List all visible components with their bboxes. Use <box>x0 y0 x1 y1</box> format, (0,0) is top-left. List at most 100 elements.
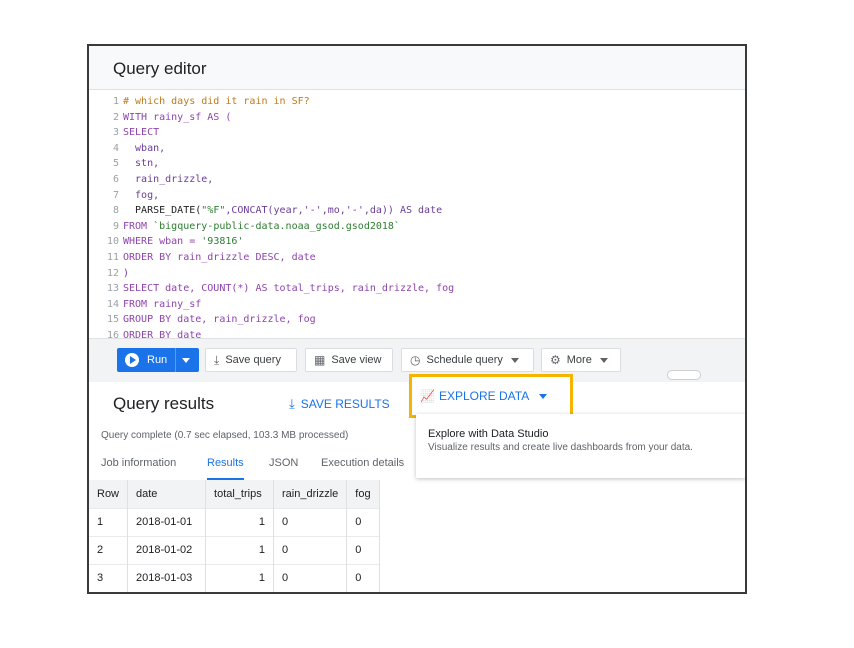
code-line[interactable]: 11 ORDER BY rain_drizzle DESC, date <box>89 250 316 265</box>
run-button[interactable]: Run <box>117 348 199 372</box>
code-line[interactable]: 1 # which days did it rain in SF? <box>89 94 310 109</box>
column-header: Row <box>89 480 129 508</box>
editor-header: Query editor <box>89 46 745 90</box>
menu-item-explore-with-data-studio[interactable]: Explore with Data Studio <box>428 428 548 440</box>
code-token: "%F" <box>201 205 226 217</box>
tab-execution-details[interactable]: Execution details <box>321 454 404 480</box>
results-table: Row date total_trips rain_drizzle fog 1 … <box>89 480 380 592</box>
line-number: 12 <box>106 267 119 279</box>
rain-drizzle-cell: 0 <box>273 507 348 536</box>
code-line[interactable]: 8 PARSE_DATE("%F",CONCAT(year,'-',mo,'-'… <box>89 203 442 218</box>
clock-icon: ◷ <box>410 353 421 367</box>
editor-title: Query editor <box>113 59 207 78</box>
explore-data-menu: Explore with Data Studio Visualize resul… <box>416 414 745 478</box>
code-line[interactable]: 7 fog, <box>89 188 159 203</box>
row-number: 3 <box>89 563 129 592</box>
code-line[interactable]: 3 SELECT <box>89 125 159 140</box>
line-number: 11 <box>106 252 119 263</box>
chart-icon: 📈 <box>420 389 435 403</box>
save-icon: ⤓ <box>214 352 220 367</box>
tab-job-information[interactable]: Job information <box>101 454 176 480</box>
fog-cell: 0 <box>346 507 380 536</box>
date-cell: 2018-01-03 <box>127 563 207 592</box>
line-number: 9 <box>112 220 119 232</box>
code-line[interactable]: 5 stn, <box>89 156 159 171</box>
total-trips-cell: 1 <box>205 507 275 536</box>
code-token: '93816' <box>201 236 244 248</box>
line-number: 14 <box>106 298 119 310</box>
explore-data-highlight: 📈 EXPLORE DATA <box>409 374 573 418</box>
line-number: 15 <box>106 314 119 326</box>
code-token: rain_drizzle, <box>123 174 214 185</box>
total-trips-cell: 1 <box>205 535 275 564</box>
code-token: # which days did it rain in SF? <box>123 96 310 107</box>
line-number: 13 <box>106 283 119 295</box>
line-number: 5 <box>112 158 119 170</box>
code-line[interactable]: 15 GROUP BY date, rain_drizzle, fog <box>89 312 316 327</box>
code-line[interactable]: 2 WITH rainy_sf AS ( <box>89 110 231 125</box>
column-header: total_trips <box>205 480 275 508</box>
save-query-label: Save query <box>225 354 281 366</box>
code-token: fog, <box>123 189 160 201</box>
schedule-query-button[interactable]: ◷ Schedule query <box>401 348 534 372</box>
chevron-down-icon <box>510 357 519 363</box>
results-tabs: Job information Results JSON Execution d… <box>89 454 419 480</box>
column-header: rain_drizzle <box>273 480 348 508</box>
code-token: WHERE wban = <box>123 236 202 248</box>
save-view-label: Save view <box>331 354 382 366</box>
more-label: More <box>566 354 592 366</box>
code-token: FROM <box>123 220 154 232</box>
code-line[interactable]: 14 FROM rainy_sf <box>89 297 201 312</box>
line-number: 2 <box>112 111 119 123</box>
code-token: PARSE_DATE( <box>123 205 202 217</box>
code-token: SELECT date, COUNT(*) AS total_trips, ra… <box>123 283 455 295</box>
code-line[interactable]: 12) <box>89 266 129 281</box>
line-number: 1 <box>112 96 119 107</box>
download-icon: ⤓ <box>289 396 295 411</box>
fog-cell: 0 <box>346 563 380 592</box>
chevron-down-icon[interactable] <box>182 358 190 363</box>
tab-results[interactable]: Results <box>207 454 244 480</box>
chevron-down-icon <box>599 357 608 363</box>
code-token: FROM rainy_sf <box>123 298 202 310</box>
code-token: GROUP BY date, rain_drizzle, fog <box>123 314 316 326</box>
explore-data-button[interactable]: 📈 EXPLORE DATA <box>420 389 548 403</box>
column-header: fog <box>346 480 380 508</box>
run-divider <box>175 348 176 372</box>
code-line[interactable]: 4 wban, <box>89 141 165 156</box>
explore-data-label: EXPLORE DATA <box>438 389 530 403</box>
code-line[interactable]: 9 FROM `bigquery-public-data.noaa_gsod.gs… <box>89 219 400 234</box>
resize-handle[interactable] <box>667 370 701 380</box>
more-button[interactable]: ⚙ More <box>541 348 621 372</box>
code-line[interactable]: 6 rain_drizzle, <box>89 172 213 187</box>
rain-drizzle-cell: 0 <box>273 563 348 592</box>
rain-drizzle-cell: 0 <box>273 535 348 564</box>
run-label: Run <box>147 354 168 366</box>
code-line[interactable]: 13 SELECT date, COUNT(*) AS total_trips, … <box>89 281 454 296</box>
table-row: 3 2018-01-03 1 0 0 <box>89 563 380 592</box>
code-line[interactable]: 10 WHERE wban = '93816' <box>89 234 243 249</box>
fog-cell: 0 <box>346 535 380 564</box>
row-number: 2 <box>89 535 129 564</box>
save-results-label: SAVE RESULTS <box>300 397 390 411</box>
code-token: ,CONCAT(year,'-',mo,'-',da)) AS date <box>225 205 443 217</box>
save-query-button[interactable]: ⤓ Save query <box>205 348 297 372</box>
date-cell: 2018-01-02 <box>127 535 207 564</box>
code-token: stn, <box>123 158 160 170</box>
line-number: 4 <box>112 142 119 154</box>
code-token: wban, <box>123 142 166 154</box>
save-results-button[interactable]: ⤓ SAVE RESULTS <box>289 396 390 412</box>
column-header: date <box>127 480 207 508</box>
line-number: 6 <box>112 174 119 185</box>
code-token: ) <box>123 267 130 279</box>
tab-json[interactable]: JSON <box>269 454 298 480</box>
table-header-row: Row date total_trips rain_drizzle fog <box>89 480 380 508</box>
code-token: WITH rainy_sf AS ( <box>123 111 232 123</box>
gear-icon: ⚙ <box>550 353 561 367</box>
save-view-button[interactable]: ▦ Save view <box>305 348 393 372</box>
chevron-down-icon <box>539 393 548 399</box>
table-row: 1 2018-01-01 1 0 0 <box>89 507 380 536</box>
line-number: 3 <box>112 127 119 139</box>
query-status: Query complete (0.7 sec elapsed, 103.3 M… <box>101 430 349 441</box>
table-icon: ▦ <box>314 353 326 367</box>
